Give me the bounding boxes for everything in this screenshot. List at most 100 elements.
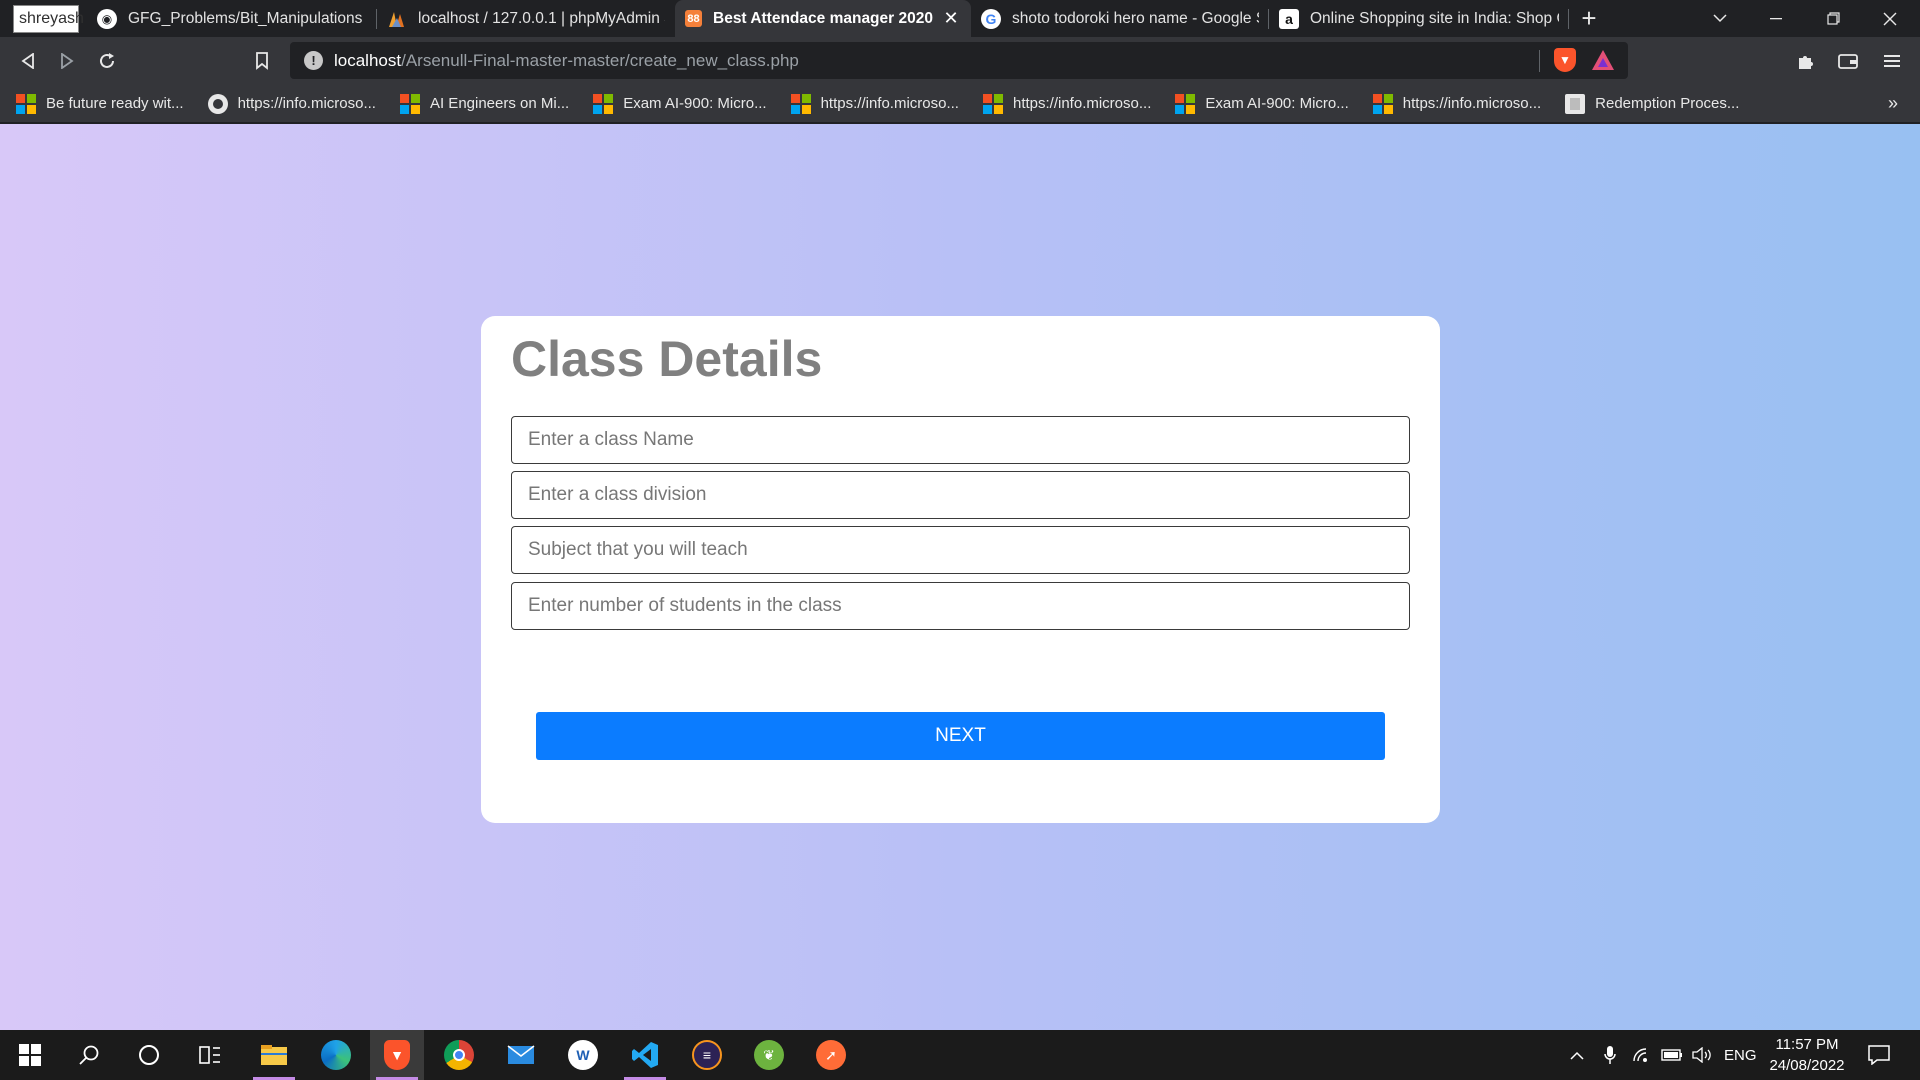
- amazon-icon: a: [1279, 8, 1299, 29]
- mail-button[interactable]: [494, 1030, 548, 1080]
- bookmark-item[interactable]: Exam AI-900: Micro...: [1175, 93, 1349, 114]
- restore-button[interactable]: [1805, 0, 1861, 37]
- document-icon: [1565, 93, 1586, 114]
- language-text: ENG: [1724, 1046, 1757, 1064]
- windows-taskbar: ▼ W ≡ ❦ ➚ ENG 11:57 PM 24/08/2022: [0, 1030, 1920, 1080]
- wallet-button[interactable]: [1830, 43, 1866, 79]
- tab-separator: [1568, 9, 1569, 29]
- next-button[interactable]: NEXT: [536, 712, 1385, 760]
- task-view-button[interactable]: [183, 1030, 237, 1080]
- brave-icon: ▼: [384, 1040, 410, 1070]
- tab-close-icon[interactable]: ✕: [941, 8, 961, 29]
- edge-button[interactable]: [309, 1030, 363, 1080]
- tab-amazon[interactable]: a Online Shopping site in India: Shop On: [1269, 0, 1569, 37]
- student-count-input[interactable]: [511, 582, 1410, 630]
- notification-icon: [1868, 1045, 1890, 1065]
- tab-search-chevron-icon[interactable]: [1692, 0, 1748, 37]
- forward-button[interactable]: [49, 43, 85, 79]
- profile-name: shreyash: [19, 9, 84, 27]
- language-indicator[interactable]: ENG: [1724, 1030, 1757, 1080]
- address-bar[interactable]: ! localhost/Arsenull-Final-master-master…: [290, 42, 1628, 79]
- file-explorer-icon: [261, 1045, 287, 1065]
- bookmark-item[interactable]: https://info.microso...: [207, 93, 376, 114]
- search-icon: [79, 1045, 99, 1065]
- chevron-up-icon: [1570, 1051, 1584, 1060]
- back-button[interactable]: [10, 43, 46, 79]
- system-clock[interactable]: 11:57 PM 24/08/2022: [1762, 1034, 1852, 1076]
- tab-phpmyadmin[interactable]: localhost / 127.0.0.1 | phpMyAdmin 5.: [377, 0, 675, 37]
- chrome-button[interactable]: [432, 1030, 486, 1080]
- microsoft-icon: [16, 93, 36, 114]
- bookmarks-overflow-icon[interactable]: »: [1888, 93, 1898, 114]
- bookmark-item[interactable]: AI Engineers on Mi...: [399, 93, 569, 114]
- tab-attendance-manager[interactable]: 88 Best Attendace manager 2020 ✕: [675, 0, 971, 37]
- back-arrow-icon: [21, 53, 34, 69]
- bookmark-item[interactable]: https://info.microso...: [790, 93, 959, 114]
- tab-title: GFG_Problems/Bit_Manipulations at m: [128, 9, 367, 27]
- bookmark-label: https://info.microso...: [1402, 95, 1542, 112]
- wallet-icon: [1838, 54, 1858, 69]
- tab-strip: shreyash ◉ GFG_Problems/Bit_Manipulation…: [0, 0, 1920, 37]
- url-host: localhost: [334, 51, 402, 70]
- site-info-icon[interactable]: !: [304, 51, 323, 70]
- show-hidden-icons-button[interactable]: [1570, 1030, 1584, 1080]
- battery-icon[interactable]: [1661, 1030, 1683, 1080]
- wordpad-icon: W: [568, 1040, 598, 1070]
- bookmark-item[interactable]: Redemption Proces...: [1565, 93, 1739, 114]
- class-division-input[interactable]: [511, 471, 1410, 519]
- class-details-card: Class Details NEXT: [481, 316, 1440, 823]
- page-title: Class Details: [511, 331, 823, 387]
- spring-tool-button[interactable]: ❦: [742, 1030, 796, 1080]
- mail-icon: [507, 1045, 535, 1064]
- bookmarks-bar: Be future ready wit... https://info.micr…: [0, 85, 1920, 123]
- brave-button[interactable]: ▼: [370, 1030, 424, 1080]
- forward-arrow-icon: [61, 53, 74, 69]
- microphone-icon[interactable]: [1604, 1030, 1616, 1080]
- edge-icon: [321, 1040, 351, 1070]
- tab-title: Best Attendace manager 2020: [713, 9, 933, 27]
- bookmark-page-button[interactable]: [244, 43, 280, 79]
- tab-github[interactable]: ◉ GFG_Problems/Bit_Manipulations at m: [87, 0, 377, 37]
- start-button[interactable]: [3, 1030, 57, 1080]
- postman-button[interactable]: ➚: [804, 1030, 858, 1080]
- bookmark-item[interactable]: https://info.microso...: [982, 93, 1152, 114]
- url-text[interactable]: localhost/Arsenull-Final-master-master/c…: [334, 51, 799, 71]
- bookmark-item[interactable]: Exam AI-900: Micro...: [593, 93, 767, 114]
- bookmark-item[interactable]: https://info.microso...: [1372, 93, 1542, 114]
- chrome-icon: [444, 1040, 474, 1070]
- windows-logo-icon: [19, 1044, 41, 1066]
- minimize-button[interactable]: [1748, 0, 1804, 37]
- wordpad-button[interactable]: W: [556, 1030, 610, 1080]
- reload-button[interactable]: [89, 43, 125, 79]
- microsoft-icon: [1372, 93, 1393, 114]
- menu-button[interactable]: [1874, 43, 1910, 79]
- network-icon[interactable]: [1632, 1030, 1650, 1080]
- vscode-icon: [632, 1042, 658, 1068]
- bookmark-item[interactable]: Be future ready wit...: [16, 93, 184, 114]
- profile-button[interactable]: shreyash: [13, 4, 84, 33]
- brave-rewards-icon[interactable]: [1592, 50, 1614, 70]
- new-tab-button[interactable]: +: [1571, 0, 1607, 37]
- tab-title: localhost / 127.0.0.1 | phpMyAdmin 5.: [418, 9, 665, 27]
- bookmark-label: https://info.microso...: [820, 95, 959, 112]
- omnibox-divider: [1539, 50, 1540, 72]
- subject-input[interactable]: [511, 526, 1410, 574]
- bookmark-label: Exam AI-900: Micro...: [623, 95, 767, 112]
- vscode-button[interactable]: [618, 1030, 672, 1080]
- cortana-button[interactable]: [122, 1030, 176, 1080]
- class-name-input[interactable]: [511, 416, 1410, 464]
- spring-leaf-icon: ❦: [754, 1040, 784, 1070]
- tab-google-search[interactable]: G shoto todoroki hero name - Google Se: [971, 0, 1269, 37]
- cortana-icon: [139, 1045, 159, 1065]
- close-window-button[interactable]: [1862, 0, 1918, 37]
- hamburger-menu-icon: [1884, 55, 1900, 67]
- search-button[interactable]: [62, 1030, 116, 1080]
- extensions-button[interactable]: [1788, 43, 1824, 79]
- file-explorer-button[interactable]: [247, 1030, 301, 1080]
- eclipse-button[interactable]: ≡: [680, 1030, 734, 1080]
- notification-center-button[interactable]: [1868, 1030, 1890, 1080]
- bookmark-label: https://info.microso...: [1012, 95, 1152, 112]
- volume-icon[interactable]: [1692, 1030, 1712, 1080]
- brave-shields-icon[interactable]: ▼: [1554, 48, 1576, 72]
- clock-time: 11:57 PM: [1775, 1036, 1839, 1053]
